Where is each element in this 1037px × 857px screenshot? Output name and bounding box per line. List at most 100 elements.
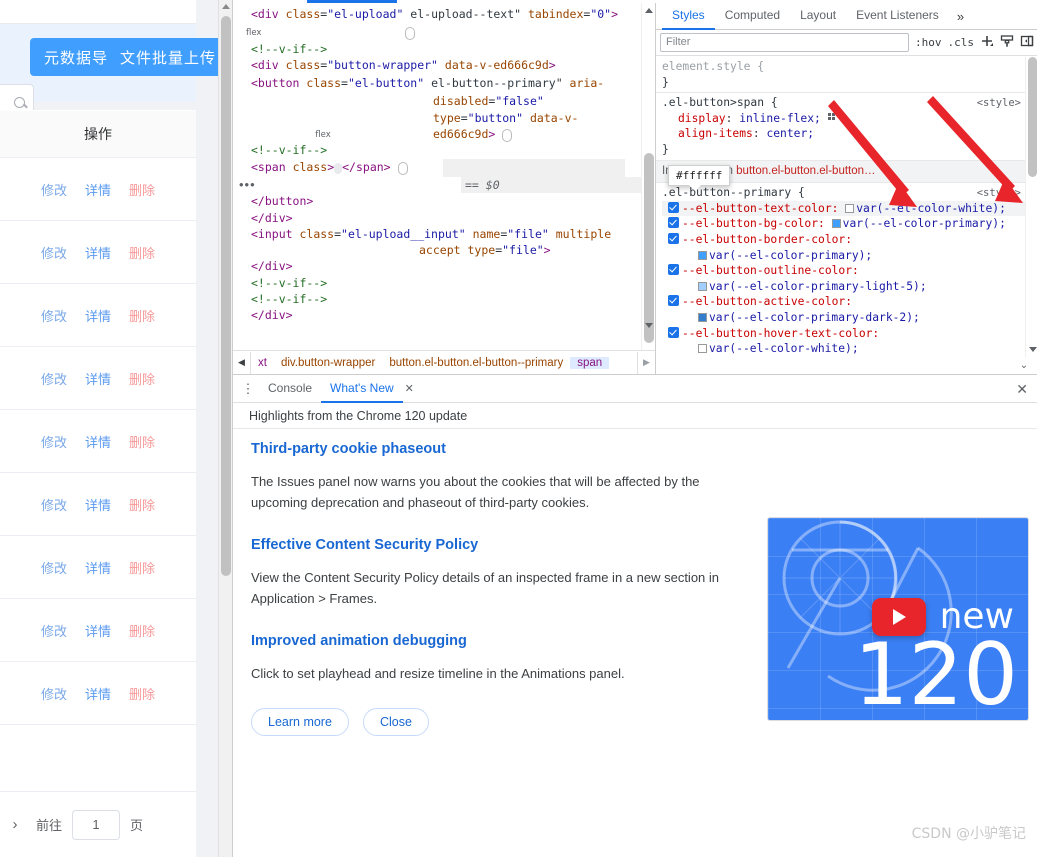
declaration-checkbox[interactable]	[668, 201, 679, 213]
grid-icon[interactable]	[827, 112, 838, 123]
dom-node[interactable]: <!--v-if-->	[251, 291, 625, 307]
dom-node[interactable]: </div>	[251, 307, 625, 323]
breadcrumb-item-1[interactable]: div.button-wrapper	[274, 357, 382, 369]
styles-rules-list[interactable]: element.style {} .el-button>span { <style>…	[656, 57, 1025, 358]
color-swatch[interactable]	[698, 281, 707, 291]
dom-node[interactable]: <!--v-if-->	[251, 275, 625, 291]
css-variable-declaration[interactable]: --el-button-hover-text-color: var(--el-co…	[662, 325, 1025, 357]
color-swatch[interactable]	[698, 250, 707, 260]
row-action-edit[interactable]: 修改	[41, 369, 67, 388]
dom-node[interactable]: <!--v-if-->	[251, 142, 625, 158]
color-swatch[interactable]	[831, 219, 841, 229]
dom-node[interactable]: ▼<div class="button-wrapper" data-v-ed66…	[251, 57, 625, 75]
dom-node[interactable]: ▼<div class="el-upload" el-upload--text"…	[246, 6, 625, 41]
drawer-close-icon[interactable]: ✕	[1016, 381, 1028, 398]
row-action-detail[interactable]: 详情	[85, 558, 111, 577]
color-swatch[interactable]	[698, 312, 707, 322]
flex-badge[interactable]: flex	[246, 27, 415, 41]
row-action-delete[interactable]: 删除	[129, 432, 155, 451]
section-heading-0[interactable]: Third-party cookie phaseout	[251, 441, 756, 457]
section-heading-2[interactable]: Improved animation debugging	[251, 633, 756, 649]
row-action-delete[interactable]: 删除	[129, 558, 155, 577]
paintbrush-icon[interactable]	[1000, 34, 1014, 51]
inherited-source-link[interactable]: button.el-button.el-button…	[736, 165, 875, 177]
row-action-delete[interactable]: 删除	[129, 684, 155, 703]
row-action-delete[interactable]: 删除	[129, 306, 155, 325]
row-action-detail[interactable]: 详情	[85, 180, 111, 199]
tab-event-listeners[interactable]: Event Listeners	[846, 3, 949, 30]
breadcrumb-item-3[interactable]: span	[570, 356, 610, 369]
row-action-detail[interactable]: 详情	[85, 432, 111, 451]
dom-node[interactable]: ▶<span class>…</span> flex	[251, 158, 625, 177]
disclosure-triangle-icon[interactable]: ▼	[241, 59, 251, 75]
close-icon[interactable]: ✕	[405, 382, 414, 395]
styles-filter-input[interactable]: Filter	[660, 33, 909, 52]
scroll-down-icon[interactable]	[1028, 347, 1037, 352]
tab-console[interactable]: Console	[259, 375, 321, 403]
dom-row-actions-icon[interactable]: •••	[239, 177, 256, 192]
flex-badge[interactable]: flex	[397, 161, 408, 175]
declaration-checkbox[interactable]	[668, 295, 679, 307]
declaration-checkbox[interactable]	[668, 326, 679, 338]
more-tabs-icon[interactable]: »	[949, 9, 972, 24]
scroll-down-icon[interactable]	[645, 323, 653, 328]
declaration-checkbox[interactable]	[668, 217, 679, 229]
flex-badge[interactable]: flex	[315, 129, 513, 143]
row-action-delete[interactable]: 删除	[129, 495, 155, 514]
row-action-edit[interactable]: 修改	[41, 495, 67, 514]
elements-scrollbar[interactable]	[641, 3, 655, 350]
chevron-down-icon[interactable]: ⌄	[1014, 359, 1034, 374]
scroll-up-icon[interactable]	[645, 8, 653, 13]
rule-source-link[interactable]: <style>	[977, 96, 1021, 112]
style-declaration[interactable]: align-items: center;	[662, 126, 1025, 142]
close-button[interactable]: Close	[362, 708, 429, 736]
row-action-detail[interactable]: 详情	[85, 621, 111, 640]
row-action-edit[interactable]: 修改	[41, 558, 67, 577]
row-action-detail[interactable]: 详情	[85, 495, 111, 514]
css-variable-declaration[interactable]: --el-button-text-color: var(--el-color-w…	[662, 200, 1025, 217]
css-variable-declaration[interactable]: --el-button-border-color: var(--el-color-…	[662, 231, 1025, 264]
style-rule[interactable]: element.style {}	[656, 57, 1025, 94]
elements-scrollbar-thumb[interactable]	[644, 153, 654, 343]
disclosure-triangle-icon[interactable]: ▼	[241, 8, 251, 24]
next-page-icon[interactable]: ›	[4, 816, 26, 833]
row-action-edit[interactable]: 修改	[41, 306, 67, 325]
row-action-detail[interactable]: 详情	[85, 369, 111, 388]
css-variable-declaration[interactable]: --el-button-outline-color: var(--el-color…	[662, 263, 1025, 295]
disclosure-triangle-icon[interactable]: ▶	[241, 161, 251, 177]
tab-styles[interactable]: Styles	[662, 3, 715, 30]
row-action-edit[interactable]: 修改	[41, 180, 67, 199]
dom-node[interactable]: <input class="el-upload__input" name="fi…	[251, 226, 625, 259]
toggle-element-state-button[interactable]: :hov	[915, 36, 942, 49]
row-action-delete[interactable]: 删除	[129, 180, 155, 199]
learn-more-button[interactable]: Learn more	[251, 708, 349, 736]
tab-computed[interactable]: Computed	[715, 3, 790, 30]
breadcrumb-scroll-right-icon[interactable]: ▶	[637, 351, 655, 374]
row-action-detail[interactable]: 详情	[85, 243, 111, 262]
dom-node[interactable]: </div>	[251, 210, 625, 226]
color-swatch[interactable]	[698, 344, 707, 354]
row-action-edit[interactable]: 修改	[41, 621, 67, 640]
row-action-edit[interactable]: 修改	[41, 684, 67, 703]
pagination-page-input[interactable]: 1	[72, 809, 121, 840]
color-swatch[interactable]	[845, 203, 855, 213]
rule-selector[interactable]: .el-button>span {	[662, 96, 778, 109]
more-options-icon[interactable]: ⋮	[237, 382, 259, 395]
row-action-delete[interactable]: 删除	[129, 621, 155, 640]
dom-tree[interactable]: ▼<div class="el-upload" el-upload--text"…	[233, 3, 641, 350]
plus-icon[interactable]	[980, 34, 994, 51]
styles-scrollbar-thumb[interactable]	[1028, 57, 1037, 177]
style-declaration[interactable]: display: inline-flex;	[662, 111, 1025, 127]
disclosure-triangle-icon[interactable]: ▼	[241, 77, 251, 93]
row-action-edit[interactable]: 修改	[41, 432, 67, 451]
chrome-version-promo[interactable]: new 120	[767, 517, 1029, 721]
expand-ellipsis-icon[interactable]: …	[334, 162, 343, 174]
style-rule-primary[interactable]: .el-button--primary {<style> --el-button-…	[656, 183, 1025, 358]
css-variable-declaration[interactable]: --el-button-active-color: var(--el-color-…	[662, 294, 1025, 326]
element-classes-button[interactable]: .cls	[948, 36, 975, 49]
page-scrollbar-thumb[interactable]	[221, 16, 231, 576]
style-rule[interactable]: .el-button>span { <style> display: inline-…	[656, 93, 1025, 161]
rule-selector[interactable]: .el-button--primary {	[662, 186, 805, 199]
breadcrumb-scroll-left-icon[interactable]: ◀	[233, 351, 251, 374]
scroll-up-icon[interactable]	[222, 4, 230, 9]
